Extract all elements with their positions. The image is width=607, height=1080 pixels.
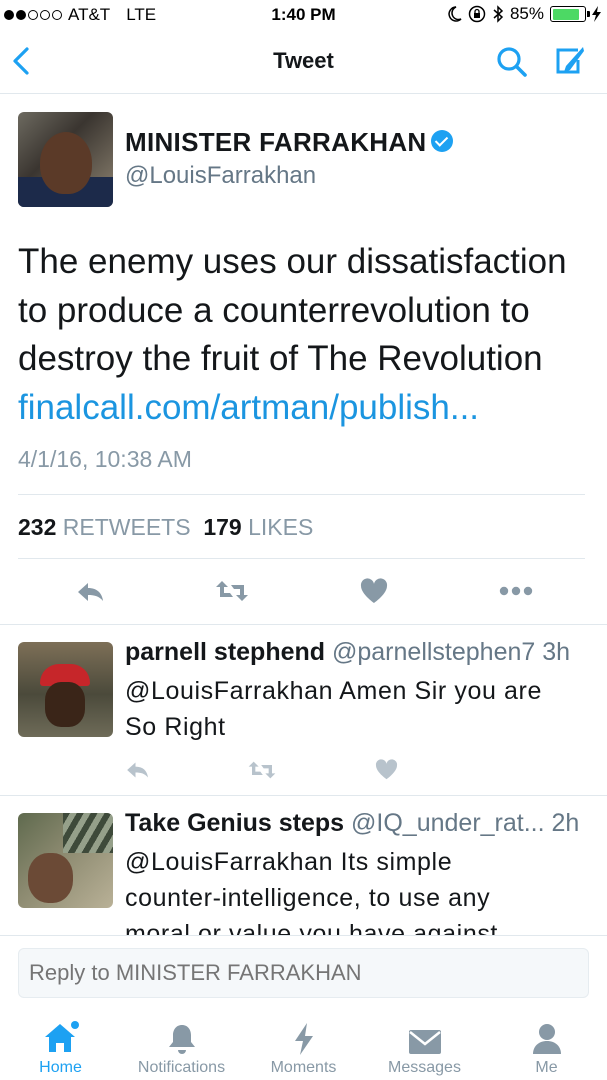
avatar[interactable] (18, 813, 113, 908)
tweet-line: destroy the fruit of The Revolution (18, 339, 543, 378)
reply-author-name[interactable]: parnell stephend (125, 638, 325, 666)
tweet-line: to produce a counterrevolution to (18, 290, 530, 330)
tweet-stats: 232 RETWEETS 179 LIKES (18, 514, 313, 541)
tab-label: Me (535, 1059, 558, 1076)
reply-author-handle[interactable]: @IQ_under_rat... (351, 809, 545, 837)
rotation-lock-icon (468, 5, 486, 23)
tab-label: Moments (270, 1059, 337, 1076)
tab-label: Messages (388, 1059, 461, 1076)
search-icon[interactable] (496, 46, 528, 78)
compose-icon[interactable] (553, 45, 585, 77)
like-icon[interactable] (375, 759, 398, 780)
avatar[interactable] (18, 112, 113, 207)
retweet-icon[interactable] (247, 760, 277, 780)
reply-tweet[interactable]: Take Genius steps @IQ_under_rat... 2h @L… (0, 795, 607, 935)
like-icon[interactable] (360, 578, 388, 604)
envelope-icon (408, 1030, 441, 1054)
verified-badge-icon (430, 130, 453, 153)
reply-icon[interactable] (76, 580, 106, 604)
moon-icon (448, 6, 462, 22)
tab-moments[interactable]: Moments (243, 1017, 364, 1077)
bell-icon (168, 1025, 195, 1054)
tweet-author-handle[interactable]: @LouisFarrakhan (125, 162, 316, 190)
battery-icon (550, 6, 590, 22)
reply-time: 3h (542, 638, 571, 666)
nav-bar: Tweet (0, 30, 607, 94)
tweet-timestamp: 4/1/16, 10:38 AM (18, 446, 192, 472)
reply-time: 2h (551, 809, 580, 837)
tab-bar: Home Notifications Moments Messages Me (0, 1015, 607, 1080)
status-bar: AT&T LTE 1:40 PM 85% (0, 0, 607, 30)
reply-line: @LouisFarrakhan Its simple (125, 848, 453, 876)
home-icon (44, 1021, 79, 1052)
reply-icon[interactable] (125, 760, 151, 780)
reply-line: counter-intelligence, to use any (125, 884, 491, 912)
reply-line: moral or value you have against (125, 920, 498, 935)
retweets-label[interactable]: RETWEETS (63, 514, 191, 540)
tab-label: Notifications (137, 1059, 226, 1076)
reply-text: @LouisFarrakhan Its simple counter-intel… (125, 844, 595, 935)
battery-percent: 85% (509, 4, 544, 23)
reply-line: @LouisFarrakhan Amen Sir you are (125, 677, 542, 705)
tweet-text: The enemy uses our dissatisfaction to pr… (18, 238, 588, 432)
divider (18, 494, 585, 495)
bluetooth-icon (493, 5, 504, 23)
likes-label[interactable]: LIKES (248, 514, 313, 540)
retweets-count[interactable]: 232 (18, 514, 56, 540)
author-name-text: MINISTER FARRAKHAN (125, 127, 427, 157)
tab-label: Home (39, 1059, 82, 1076)
tweet-line: The enemy uses our dissatisfaction (18, 242, 567, 281)
retweet-icon[interactable] (215, 579, 249, 603)
tweet-actions (0, 574, 607, 610)
tweet-author-name[interactable]: MINISTER FARRAKHAN (125, 127, 453, 158)
reply-header: Take Genius steps @IQ_under_rat... 2h (125, 809, 579, 838)
avatar[interactable] (18, 642, 113, 737)
reply-compose-bar (0, 935, 607, 1015)
lightning-icon (294, 1023, 313, 1055)
divider (0, 624, 607, 625)
tab-home[interactable]: Home (0, 1017, 121, 1077)
divider (18, 558, 585, 559)
reply-header: parnell stephend @parnellstephen7 3h (125, 638, 570, 667)
reply-line: So Right (125, 713, 226, 741)
reply-actions (125, 758, 425, 782)
reply-input[interactable] (18, 948, 589, 998)
reply-text: @LouisFarrakhan Amen Sir you are So Righ… (125, 673, 595, 745)
likes-count[interactable]: 179 (203, 514, 241, 540)
more-icon[interactable] (499, 586, 533, 596)
reply-author-name[interactable]: Take Genius steps (125, 809, 344, 837)
reply-author-handle[interactable]: @parnellstephen7 (332, 638, 535, 666)
charging-icon (592, 6, 601, 22)
tab-notifications[interactable]: Notifications (121, 1017, 242, 1077)
tweet-link[interactable]: finalcall.com/artman/publish... (18, 384, 588, 433)
tab-messages[interactable]: Messages (364, 1017, 485, 1077)
person-icon (532, 1024, 561, 1054)
tab-me[interactable]: Me (486, 1017, 607, 1077)
